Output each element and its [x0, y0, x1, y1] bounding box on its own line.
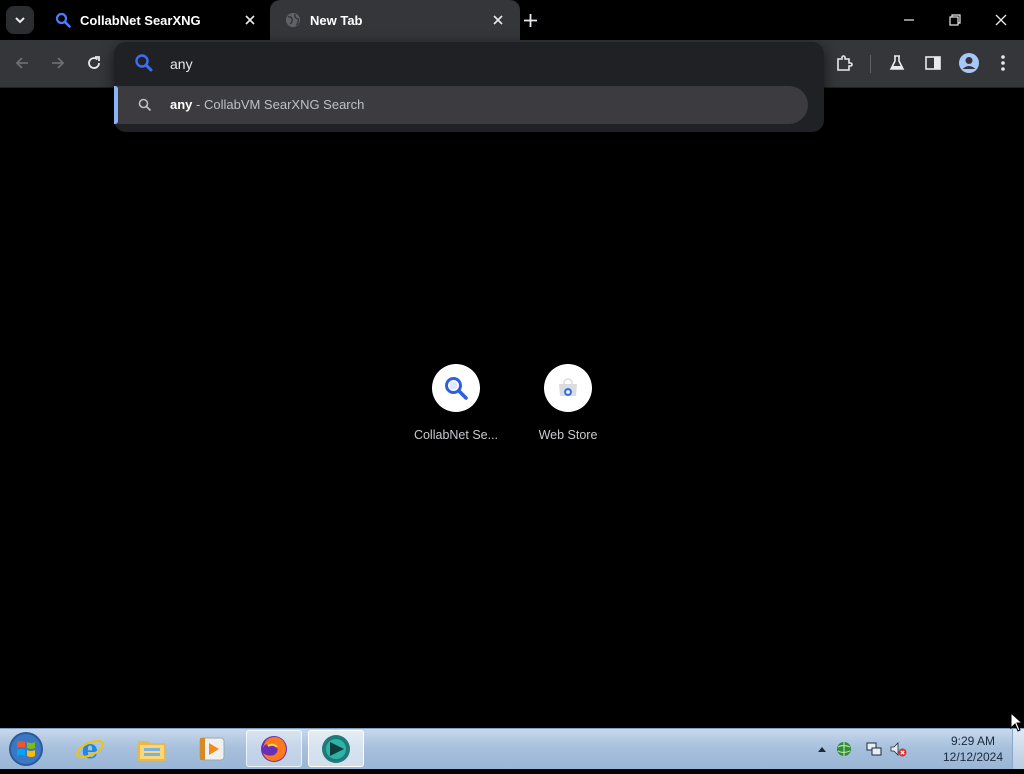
close-icon — [245, 15, 255, 25]
plus-icon — [523, 13, 537, 27]
taskbar-media-player[interactable] — [184, 730, 240, 767]
selection-indicator — [114, 86, 118, 124]
svg-text:e: e — [82, 735, 99, 764]
clock-time: 9:29 AM — [950, 734, 996, 748]
omnibox[interactable] — [114, 42, 824, 84]
labs-button[interactable] — [882, 48, 912, 78]
close-window-button[interactable] — [978, 0, 1024, 40]
speaker-muted-icon — [890, 742, 907, 757]
minimize-icon — [904, 19, 914, 21]
internet-explorer-icon: e — [76, 735, 104, 764]
puzzle-icon — [837, 55, 853, 71]
shortcut-web-store[interactable]: Web Store — [512, 364, 624, 454]
omnibox-popup: any - CollabVM SearXNG Search — [114, 42, 824, 132]
omnibox-suggestion[interactable]: any - CollabVM SearXNG Search — [114, 86, 808, 124]
toolbar-divider — [870, 55, 871, 73]
side-panel-icon — [925, 56, 941, 70]
taskbar-file-explorer[interactable] — [124, 730, 180, 767]
tab-title: CollabNet SearXNG — [80, 12, 201, 28]
extensions-button[interactable] — [829, 48, 859, 78]
close-icon — [995, 14, 1007, 26]
restore-icon — [949, 14, 961, 26]
web-store-icon — [559, 378, 577, 396]
new-tab-button[interactable] — [518, 8, 542, 32]
suggestion-text: any - CollabVM SearXNG Search — [170, 97, 364, 112]
close-tab-button[interactable] — [238, 8, 262, 32]
close-tab-button[interactable] — [486, 8, 510, 32]
reload-button[interactable] — [79, 48, 109, 78]
file-explorer-icon — [138, 740, 166, 761]
shortcut-label: CollabNet Se... — [413, 428, 499, 442]
avatar-icon — [959, 53, 979, 73]
back-button[interactable] — [7, 48, 37, 78]
profile-button[interactable] — [954, 48, 984, 78]
taskbar-internet-explorer[interactable]: e — [62, 730, 118, 767]
chevron-down-icon — [15, 17, 25, 24]
side-panel-button[interactable] — [918, 48, 948, 78]
minimize-button[interactable] — [886, 0, 932, 40]
suggestion-engine: CollabVM SearXNG Search — [203, 97, 365, 112]
tab-new-tab[interactable]: New Tab — [270, 0, 520, 40]
network-icon — [866, 742, 882, 756]
mouse-cursor-icon — [1010, 712, 1024, 732]
restore-button[interactable] — [932, 0, 978, 40]
tab-search-button[interactable] — [6, 6, 34, 34]
clock-date: 12/12/2024 — [942, 750, 1004, 764]
tab-title: New Tab — [310, 12, 363, 28]
taskbar: e 9:29 AM 12/12/2024 — [0, 728, 1024, 769]
windows-logo-icon — [9, 732, 43, 766]
flask-icon — [889, 55, 905, 70]
show-hidden-icons-button[interactable] — [812, 739, 832, 759]
chevron-up-icon — [818, 747, 826, 752]
kebab-menu-icon — [1001, 55, 1005, 71]
shortcut-icon-circle — [544, 364, 592, 412]
arrow-right-icon — [52, 57, 65, 69]
tray-volume-muted[interactable] — [888, 739, 908, 759]
taskbar-clock[interactable]: 9:29 AM 12/12/2024 — [930, 733, 1016, 765]
suggestion-separator: - — [192, 97, 204, 112]
show-desktop-button[interactable] — [1012, 729, 1024, 769]
globe-icon — [837, 742, 851, 756]
close-icon — [493, 15, 503, 25]
forward-button[interactable] — [43, 48, 73, 78]
browser-icon — [322, 734, 350, 763]
media-player-icon — [199, 737, 225, 760]
tray-network-globe[interactable] — [834, 739, 854, 759]
globe-icon — [284, 11, 302, 29]
search-icon — [138, 98, 152, 112]
taskbar-firefox[interactable] — [246, 730, 302, 767]
shortcut-collabnet[interactable]: CollabNet Se... — [400, 364, 512, 454]
tab-collabnet-searxng[interactable]: CollabNet SearXNG — [40, 0, 272, 40]
shortcut-label: Web Store — [538, 428, 598, 442]
shortcut-icon-circle — [432, 364, 480, 412]
search-icon — [135, 54, 153, 72]
menu-button[interactable] — [988, 48, 1018, 78]
search-icon — [445, 377, 468, 400]
omnibox-input[interactable] — [168, 52, 772, 76]
tray-network-status[interactable] — [864, 739, 884, 759]
search-icon — [54, 11, 72, 29]
suggestion-query: any — [170, 97, 193, 112]
reload-icon — [88, 56, 100, 69]
firefox-icon — [261, 735, 287, 762]
arrow-left-icon — [15, 57, 28, 69]
taskbar-browser[interactable] — [308, 730, 364, 767]
start-button[interactable] — [6, 729, 46, 769]
tab-strip: CollabNet SearXNG New Tab — [0, 0, 1024, 40]
